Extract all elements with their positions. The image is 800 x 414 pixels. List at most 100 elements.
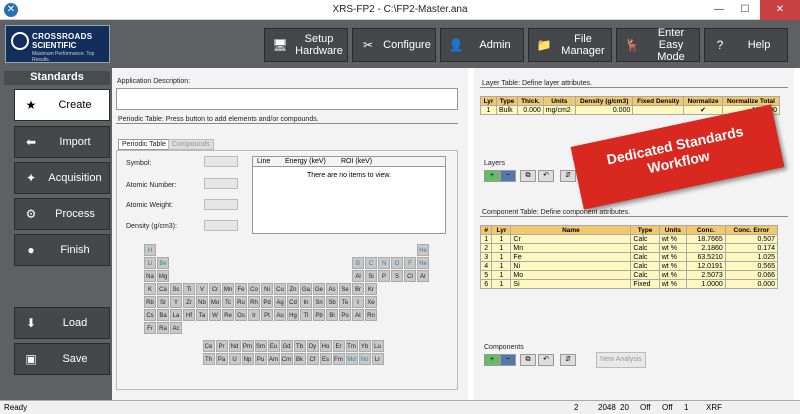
element-button-md[interactable]: Md xyxy=(345,353,358,366)
element-button-lu[interactable]: Lu xyxy=(371,340,384,353)
element-button-ga[interactable]: Ga xyxy=(300,283,312,295)
element-button-k[interactable]: K xyxy=(144,283,156,295)
element-button-ir[interactable]: Ir xyxy=(248,309,260,321)
element-button-fr[interactable]: Fr xyxy=(144,322,156,334)
element-button-re[interactable]: Re xyxy=(222,309,234,321)
element-button-cm[interactable]: Cm xyxy=(280,353,293,366)
element-button-c[interactable]: C xyxy=(365,257,377,269)
element-button-tm[interactable]: Tm xyxy=(345,340,358,353)
element-button-sn[interactable]: Sn xyxy=(313,296,325,308)
element-button-hf[interactable]: Hf xyxy=(183,309,195,321)
element-button-ba[interactable]: Ba xyxy=(157,309,169,321)
layer-undo-button[interactable]: ↶ xyxy=(538,170,554,182)
new-analysis-button[interactable]: New Analysis xyxy=(596,352,646,368)
configure-button[interactable]: ✂ Configure xyxy=(352,28,436,62)
sidebar-item-acquisition[interactable]: ✦ Acquisition xyxy=(14,162,110,194)
element-button-in[interactable]: In xyxy=(300,296,312,308)
element-button-er[interactable]: Er xyxy=(332,340,345,353)
element-button-la[interactable]: La xyxy=(170,309,182,321)
add-layer-button[interactable]: + xyxy=(484,170,500,182)
element-button-tb[interactable]: Tb xyxy=(293,340,306,353)
element-button-cs[interactable]: Cs xyxy=(144,309,156,321)
element-button-p[interactable]: P xyxy=(378,270,390,282)
element-button-rn[interactable]: Rn xyxy=(365,309,377,321)
element-button-cf[interactable]: Cf xyxy=(306,353,319,366)
element-button-v[interactable]: V xyxy=(196,283,208,295)
element-button-ge[interactable]: Ge xyxy=(313,283,325,295)
element-button-dy[interactable]: Dy xyxy=(306,340,319,353)
element-button-mn[interactable]: Mn xyxy=(222,283,234,295)
element-button-pd[interactable]: Pd xyxy=(261,296,273,308)
element-button-hg[interactable]: Hg xyxy=(287,309,299,321)
add-component-button[interactable]: + xyxy=(484,354,500,366)
close-button[interactable]: ✕ xyxy=(760,0,800,20)
element-button-ni[interactable]: Ni xyxy=(261,283,273,295)
element-button-na[interactable]: Na xyxy=(144,270,156,282)
element-button-mo[interactable]: Mo xyxy=(209,296,221,308)
element-button-y[interactable]: Y xyxy=(170,296,182,308)
element-button-tl[interactable]: Tl xyxy=(300,309,312,321)
element-button-ag[interactable]: Ag xyxy=(274,296,286,308)
element-button-pr[interactable]: Pr xyxy=(215,340,228,353)
normalize-checkbox[interactable]: ✔ xyxy=(683,105,724,115)
type-select[interactable]: Bulk xyxy=(495,105,519,115)
element-button-n[interactable]: N xyxy=(378,257,390,269)
remove-component-button[interactable]: − xyxy=(500,354,516,366)
tab-periodic-table[interactable]: Periodic Table xyxy=(118,139,170,150)
tab-compounds[interactable]: Compounds xyxy=(168,139,214,150)
element-button-b[interactable]: B xyxy=(352,257,364,269)
element-button-be[interactable]: Be xyxy=(157,257,169,269)
element-button-eu[interactable]: Eu xyxy=(267,340,280,353)
element-button-u[interactable]: U xyxy=(228,353,241,366)
element-button-sc[interactable]: Sc xyxy=(170,283,182,295)
element-button-cr[interactable]: Cr xyxy=(209,283,221,295)
element-button-po[interactable]: Po xyxy=(339,309,351,321)
element-button-kr[interactable]: Kr xyxy=(365,283,377,295)
component-undo-button[interactable]: ↶ xyxy=(538,354,554,366)
element-button-gd[interactable]: Gd xyxy=(280,340,293,353)
element-button-ra[interactable]: Ra xyxy=(157,322,169,334)
element-button-nd[interactable]: Nd xyxy=(228,340,241,353)
element-button-xe[interactable]: Xe xyxy=(365,296,377,308)
element-button-th[interactable]: Th xyxy=(202,353,215,366)
app-description-input[interactable] xyxy=(116,88,458,110)
element-button-nb[interactable]: Nb xyxy=(196,296,208,308)
load-button[interactable]: ⬇ Load xyxy=(14,307,110,339)
element-button-br[interactable]: Br xyxy=(352,283,364,295)
element-button-pt[interactable]: Pt xyxy=(261,309,273,321)
element-button-h[interactable]: H xyxy=(144,244,156,256)
element-button-au[interactable]: Au xyxy=(274,309,286,321)
file-manager-button[interactable]: 📁 File Manager xyxy=(528,28,612,62)
element-button-yb[interactable]: Yb xyxy=(358,340,371,353)
table-row[interactable]: 3 1 Fe Calc wt % 63.5210 1.025 xyxy=(479,252,779,262)
element-button-cu[interactable]: Cu xyxy=(274,283,286,295)
element-button-se[interactable]: Se xyxy=(339,283,351,295)
element-button-no[interactable]: No xyxy=(358,353,371,366)
element-button-rb[interactable]: Rb xyxy=(144,296,156,308)
table-row[interactable]: 1 1 Cr Calc wt % 18.7665 0.507 xyxy=(479,234,779,244)
element-button-ne[interactable]: Ne xyxy=(417,257,429,269)
element-button-ho[interactable]: Ho xyxy=(319,340,332,353)
sidebar-item-create[interactable]: ★ Create xyxy=(14,89,110,121)
element-button-bk[interactable]: Bk xyxy=(293,353,306,366)
element-button-te[interactable]: Te xyxy=(339,296,351,308)
line-list[interactable]: Line Energy (keV) ROI (keV) There are no… xyxy=(252,156,446,234)
element-button-zn[interactable]: Zn xyxy=(287,283,299,295)
remove-layer-button[interactable]: − xyxy=(500,170,516,182)
element-button-am[interactable]: Am xyxy=(267,353,280,366)
element-button-li[interactable]: Li xyxy=(144,257,156,269)
save-button[interactable]: ▣ Save xyxy=(14,343,110,375)
maximize-button[interactable]: ☐ xyxy=(732,0,758,20)
element-button-cl[interactable]: Cl xyxy=(404,270,416,282)
table-row[interactable]: 5 1 Mo Calc wt % 2.5073 0.066 xyxy=(479,270,779,280)
element-button-fe[interactable]: Fe xyxy=(235,283,247,295)
element-button-w[interactable]: W xyxy=(209,309,221,321)
element-button-zr[interactable]: Zr xyxy=(183,296,195,308)
minimize-button[interactable]: — xyxy=(706,0,732,20)
component-move-button[interactable]: ⇵ xyxy=(560,354,576,366)
sidebar-item-finish[interactable]: ● Finish xyxy=(14,234,110,266)
table-row[interactable]: 6 1 Si Fixed wt % 1.0000 0.000 xyxy=(479,279,779,289)
sidebar-item-import[interactable]: ⬅ Import xyxy=(14,126,110,158)
fixed-density-checkbox[interactable] xyxy=(632,105,685,115)
element-button-ce[interactable]: Ce xyxy=(202,340,215,353)
